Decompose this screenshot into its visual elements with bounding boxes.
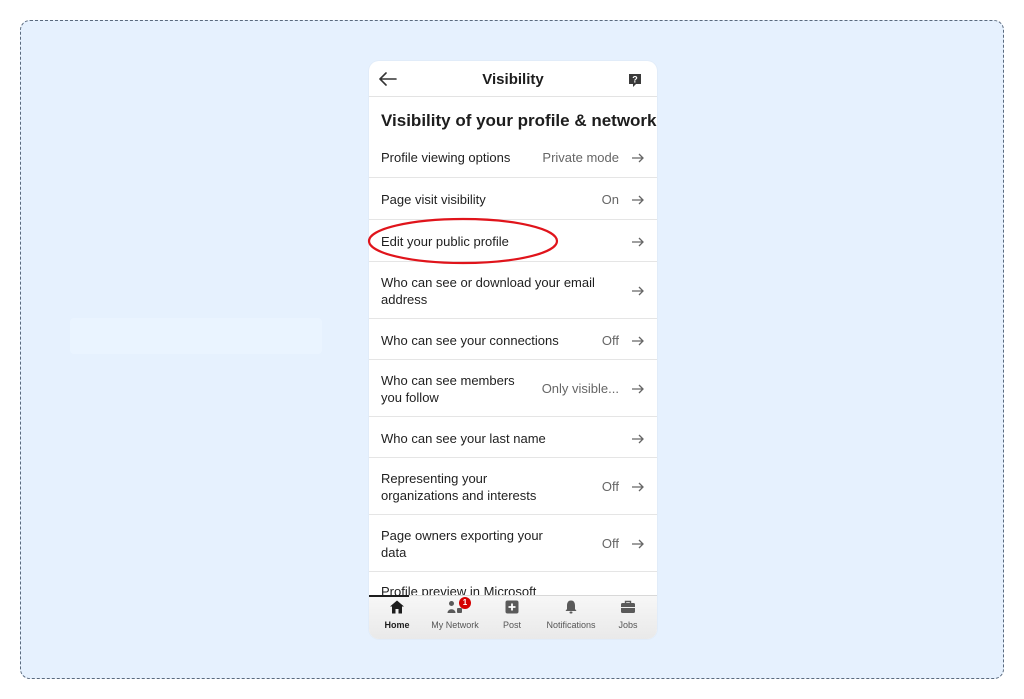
row-value: Only visible...: [541, 381, 619, 396]
row-value: Off: [601, 333, 619, 348]
arrow-right-icon: [632, 286, 644, 296]
settings-row-profile-viewing[interactable]: Profile viewing options Private mode: [369, 136, 657, 178]
row-value: Off: [601, 536, 619, 551]
top-bar: Visibility ?: [369, 61, 657, 97]
post-icon: [505, 600, 519, 614]
row-label: Who can see your connections: [381, 333, 559, 348]
svg-text:?: ?: [632, 75, 638, 85]
row-label: Profile viewing options: [381, 150, 511, 165]
arrow-right-icon: [632, 153, 644, 163]
tab-my-network[interactable]: 1 My Network: [431, 596, 479, 639]
settings-row-organizations[interactable]: Representing your organizations and inte…: [369, 458, 657, 515]
row-label: Representing your organizations and inte…: [381, 471, 537, 503]
arrow-right-icon: [632, 482, 644, 492]
arrow-right-icon: [632, 237, 644, 247]
notification-badge: 1: [459, 597, 471, 609]
row-label: Who can see or download your email addre…: [381, 275, 595, 307]
row-value: On: [601, 192, 619, 207]
page-title: Visibility: [482, 71, 544, 88]
settings-row-last-name[interactable]: Who can see your last name: [369, 417, 657, 458]
settings-row-page-visit[interactable]: Page visit visibility On: [369, 178, 657, 220]
tab-label: Jobs: [618, 620, 638, 630]
home-icon: [390, 600, 404, 614]
section-title: Visibility of your profile & network: [381, 111, 657, 130]
help-icon[interactable]: ?: [627, 72, 643, 88]
row-label: Who can see your last name: [381, 431, 546, 446]
arrow-right-icon: [632, 384, 644, 394]
row-value: Private mode: [542, 150, 619, 165]
arrow-right-icon: [632, 336, 644, 346]
tab-jobs[interactable]: Jobs: [612, 596, 644, 639]
settings-row-members-follow[interactable]: Who can see members you follow Only visi…: [369, 360, 657, 417]
tab-notifications[interactable]: Notifications: [546, 596, 596, 639]
tab-post[interactable]: Post: [496, 596, 528, 639]
settings-row-page-owners[interactable]: Page owners exporting your data Off: [369, 515, 657, 572]
arrow-right-icon: [632, 539, 644, 549]
row-value: Off: [601, 479, 619, 494]
bottom-tab-bar: Home 1 My Network Post Notifications Job…: [369, 595, 657, 639]
row-label: Page owners exporting your data: [381, 528, 543, 560]
bell-icon: [565, 600, 577, 614]
arrow-right-icon: [632, 434, 644, 444]
settings-list: Profile viewing options Private mode Pag…: [369, 136, 657, 572]
phone-screen: Visibility ? Visibility of your profile …: [369, 61, 657, 639]
settings-row-email[interactable]: Who can see or download your email addre…: [369, 262, 657, 319]
settings-row-connections[interactable]: Who can see your connections Off: [369, 319, 657, 360]
briefcase-icon: [621, 600, 635, 613]
highlight-ellipse: [367, 217, 559, 265]
faded-overlay: [70, 318, 322, 354]
tab-home[interactable]: Home: [381, 596, 413, 639]
arrow-right-icon: [632, 195, 644, 205]
row-label: Page visit visibility: [381, 192, 486, 207]
row-label: Who can see members you follow: [381, 373, 515, 405]
